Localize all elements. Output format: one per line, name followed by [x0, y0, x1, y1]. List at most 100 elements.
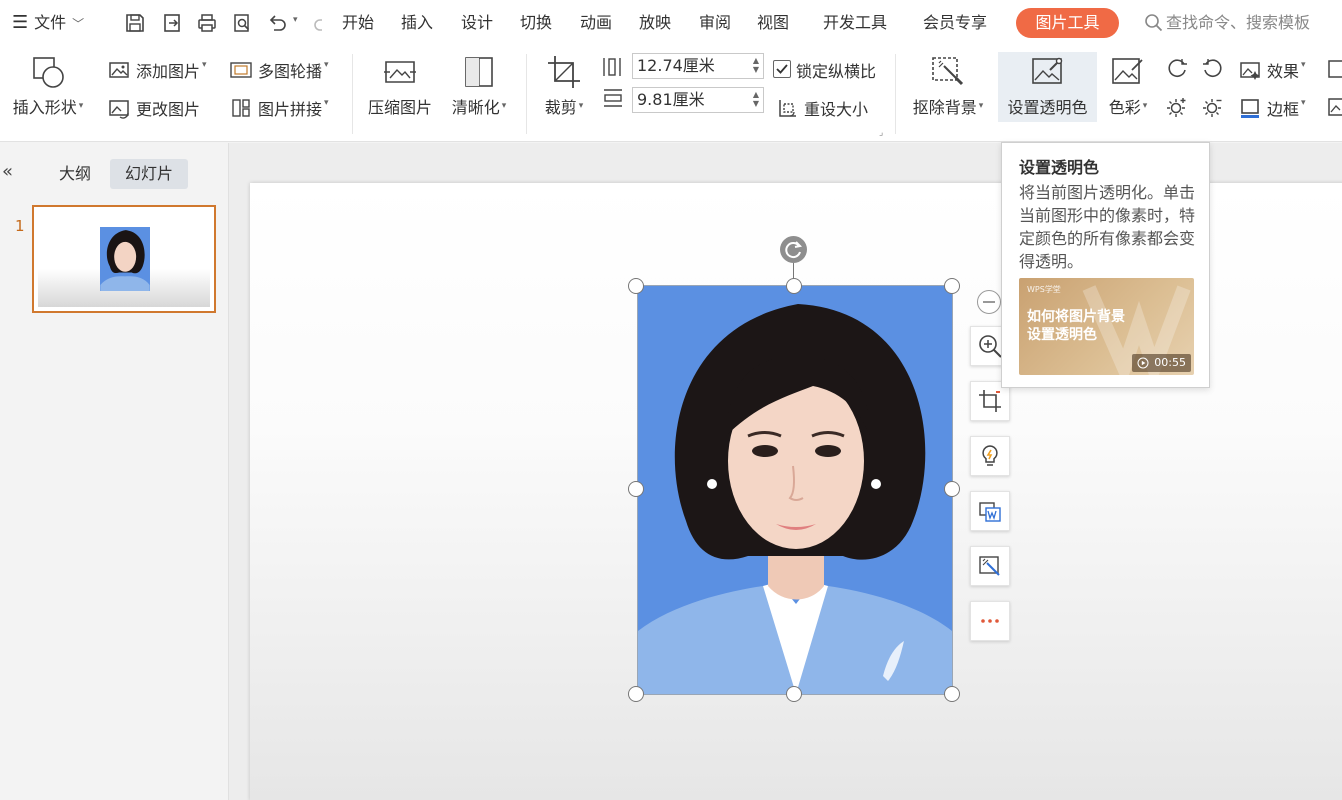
tab-member[interactable]: 会员专享: [923, 0, 987, 46]
tab-review[interactable]: 审阅: [699, 0, 731, 46]
remove-background-button[interactable]: 抠除背景 ▾: [905, 52, 991, 118]
more-dots-icon: [981, 619, 999, 623]
height-input[interactable]: 12.74厘米 ▲ ▼: [632, 53, 764, 79]
compress-icon: [364, 52, 436, 92]
save-icon[interactable]: [124, 12, 146, 34]
slide-thumbnail[interactable]: [32, 205, 216, 313]
file-menu[interactable]: ☰ 文件 ﹀: [12, 0, 84, 46]
increase-brightness-icon[interactable]: [1165, 95, 1189, 123]
portrait-image: [638, 286, 952, 694]
crop-button[interactable]: 裁剪 ▾: [536, 52, 592, 118]
undo-dropdown-icon[interactable]: ▾: [293, 15, 298, 25]
resize-handle-top-left[interactable]: [628, 278, 644, 294]
rotate-icon: [785, 241, 803, 259]
stitch-icon: [232, 99, 250, 117]
menu-bar: ☰ 文件 ﹀ ▾ 开始 插入 设计 切换 动画 放映 审阅 视图 开发工具 会员专享…: [0, 0, 1342, 46]
border-button[interactable]: 边框 ▾: [1239, 95, 1306, 121]
decrease-contrast-icon[interactable]: [1201, 56, 1225, 84]
caret-down-icon: ▾: [324, 60, 329, 70]
portrait-photo[interactable]: [638, 286, 952, 694]
insert-shape-button[interactable]: 插入形状 ▾: [6, 52, 90, 118]
tab-animation[interactable]: 动画: [580, 0, 612, 46]
compress-picture-button[interactable]: 压缩图片: [364, 52, 436, 118]
picture-to-text-tool[interactable]: [970, 491, 1010, 531]
print-preview-icon[interactable]: [231, 12, 253, 34]
spinner-icon[interactable]: ▲ ▼: [753, 90, 759, 108]
slides-panel: « 大纲 幻灯片 1: [0, 143, 229, 800]
tab-slides[interactable]: 幻灯片: [110, 159, 188, 189]
tab-slideshow[interactable]: 放映: [639, 0, 671, 46]
add-picture-button[interactable]: 添加图片 ▾: [108, 57, 207, 83]
tab-insert[interactable]: 插入: [401, 0, 433, 46]
sharpen-button[interactable]: 清晰化 ▾: [446, 52, 512, 118]
sharpen-icon: [446, 52, 512, 92]
remove-background-icon: [905, 52, 991, 92]
spinner-icon[interactable]: ▲ ▼: [753, 56, 759, 74]
lock-aspect-checkbox[interactable]: [773, 60, 791, 78]
change-picture-icon: [109, 100, 129, 119]
more-tools-icon[interactable]: [1327, 58, 1342, 84]
caret-down-icon: ▾: [324, 98, 329, 108]
border-icon: [1241, 99, 1259, 118]
print-icon[interactable]: [196, 12, 218, 34]
ribbon-divider: [895, 54, 896, 134]
search-icon: [1145, 14, 1163, 32]
tab-home[interactable]: 开始: [342, 0, 374, 46]
resize-handle-bottom[interactable]: [786, 686, 802, 702]
export-icon[interactable]: [161, 12, 183, 34]
transparent-color-icon: [998, 52, 1097, 92]
caret-down-icon: ▾: [1301, 60, 1306, 70]
tab-outline[interactable]: 大纲: [46, 159, 104, 189]
picture-stitch-button[interactable]: 图片拼接 ▾: [230, 95, 329, 121]
tab-picture-tools[interactable]: 图片工具: [1016, 8, 1119, 38]
tab-view[interactable]: 视图: [757, 0, 789, 46]
more-tools-icon[interactable]: [1327, 96, 1342, 122]
collapse-panel-icon[interactable]: «: [2, 161, 13, 182]
command-search[interactable]: 查找命令、搜索模板: [1144, 0, 1310, 46]
resize-handle-right[interactable]: [944, 481, 960, 497]
ribbon-divider: [352, 54, 353, 134]
effects-button[interactable]: 效果 ▾: [1239, 57, 1306, 83]
increase-contrast-icon[interactable]: [1165, 56, 1189, 84]
resize-handle-bottom-left[interactable]: [628, 686, 644, 702]
picture-icon: [109, 62, 129, 78]
lock-aspect-label[interactable]: 锁定纵横比: [796, 58, 876, 82]
resize-handle-bottom-right[interactable]: [944, 686, 960, 702]
tab-design[interactable]: 设计: [461, 0, 493, 46]
rotate-handle[interactable]: [780, 236, 807, 263]
redo-icon[interactable]: [312, 12, 322, 34]
tab-developer[interactable]: 开发工具: [823, 0, 887, 46]
tab-transition[interactable]: 切换: [520, 0, 552, 46]
video-duration: 00:55: [1132, 354, 1191, 372]
undo-icon[interactable]: [266, 12, 288, 34]
lightbulb-icon: [982, 445, 998, 466]
picture-to-doc-icon: [979, 502, 1001, 522]
decrease-brightness-icon[interactable]: [1201, 95, 1225, 123]
video-title: 如何将图片背景 设置透明色: [1027, 309, 1125, 343]
shape-icon: [6, 52, 90, 92]
more-options-tool[interactable]: [970, 601, 1010, 641]
thumbnail-slide: [38, 211, 210, 307]
dialog-launcher-icon[interactable]: ⌟: [879, 128, 883, 138]
set-transparent-color-tooltip: 设置透明色 将当前图片透明化。单击当前图形中的像素时，特定颜色的所有像素都会变得…: [1001, 142, 1210, 388]
width-icon: [602, 88, 624, 112]
color-button[interactable]: 色彩 ▾: [1102, 52, 1154, 118]
remove-background-tool[interactable]: [970, 546, 1010, 586]
carousel-icon: [230, 62, 252, 78]
change-picture-button[interactable]: 更改图片: [108, 95, 200, 121]
reset-size-button[interactable]: 重设大小: [776, 95, 868, 121]
set-transparent-color-button[interactable]: 设置透明色: [998, 52, 1097, 122]
tutorial-video-card[interactable]: WPS学堂 如何将图片背景 设置透明色 00:55: [1019, 278, 1194, 375]
multi-carousel-button[interactable]: 多图轮播 ▾: [230, 57, 329, 83]
chevron-down-icon: ﹀: [72, 17, 85, 31]
resize-handle-top[interactable]: [786, 278, 802, 294]
color-icon: [1102, 52, 1154, 92]
smart-beautify-tool[interactable]: [970, 436, 1010, 476]
effects-icon: [1240, 62, 1260, 80]
thumbnail-portrait: [100, 227, 150, 291]
width-input[interactable]: 9.81厘米 ▲ ▼: [632, 87, 764, 113]
height-icon: [602, 56, 622, 82]
resize-handle-top-right[interactable]: [944, 278, 960, 294]
resize-handle-left[interactable]: [628, 481, 644, 497]
collapse-toolbar-icon[interactable]: [977, 290, 1001, 314]
